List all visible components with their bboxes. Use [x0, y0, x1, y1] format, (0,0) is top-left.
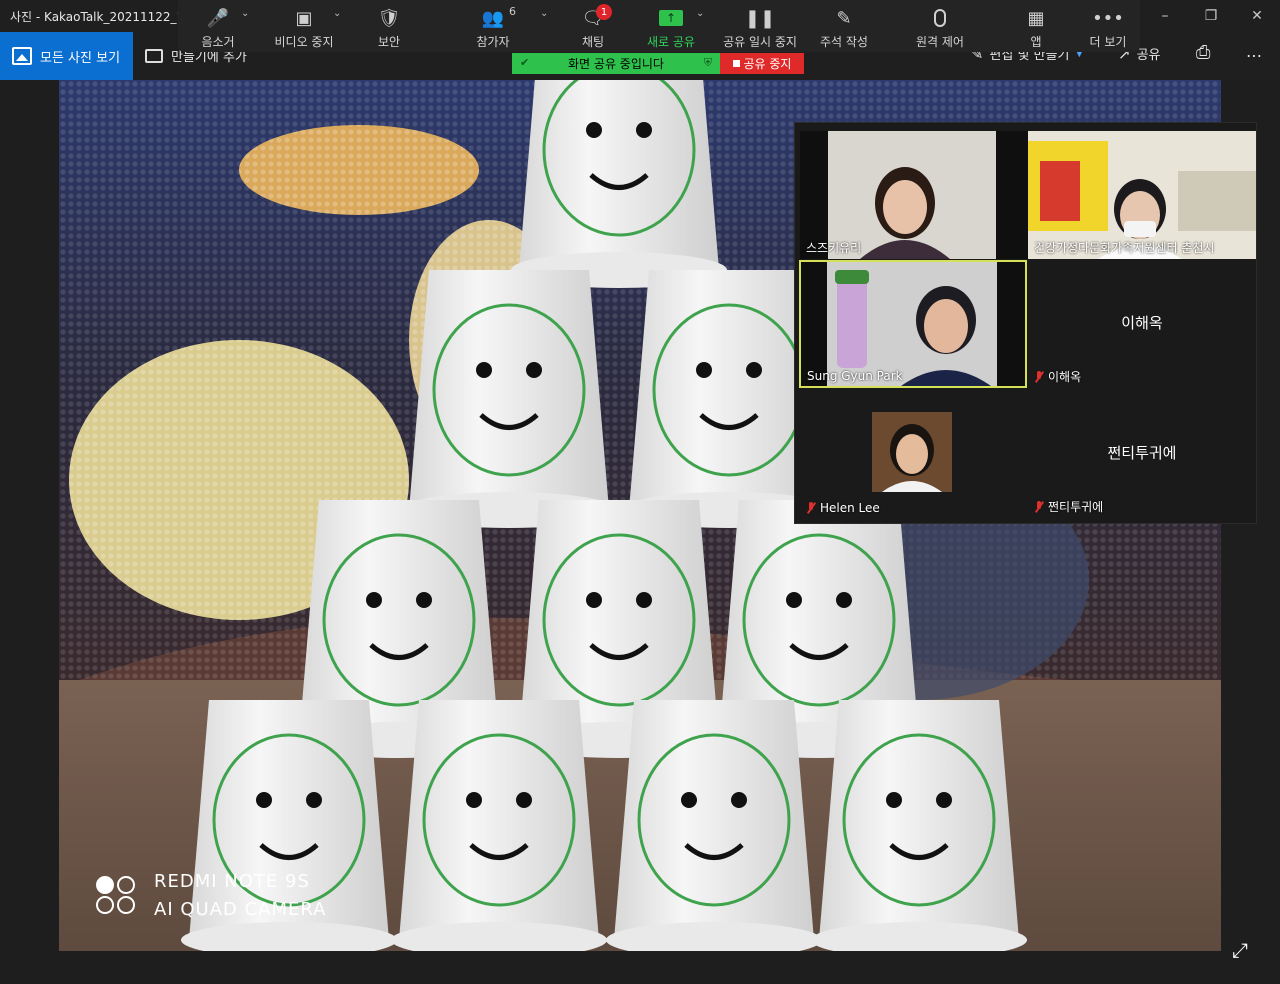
participants-count: 6 — [509, 5, 516, 18]
stop-share-label: 공유 중지 — [743, 57, 792, 71]
stop-share-button[interactable]: 공유 중지 — [720, 53, 804, 74]
apps-button[interactable]: ▦ 앱 — [1025, 6, 1047, 50]
mute-label: 음소거 — [201, 35, 235, 49]
participant-name: 이해옥 — [1048, 370, 1082, 384]
participant-name-row: 쩐티투귀에 — [1034, 498, 1103, 515]
new-share-button[interactable]: ↑ 새로 공유 — [644, 6, 698, 50]
new-share-label: 새로 공유 — [647, 35, 695, 49]
participants-icon: 👥 — [481, 7, 505, 29]
chat-label: 채팅 — [581, 35, 605, 49]
muted-mic-icon — [1034, 500, 1044, 513]
shield-icon: 🛡 — [377, 7, 401, 29]
mute-button[interactable]: 🎤 음소거 — [192, 6, 244, 50]
muted-mic-icon — [1034, 370, 1044, 383]
participant-name: 스즈키유리 — [806, 241, 862, 255]
video-camera-icon: ▣ — [295, 7, 313, 29]
all-photos-label: 모든 사진 보기 — [40, 50, 121, 66]
shield-check-icon: ⛨ — [703, 56, 712, 69]
pencil-icon: ✎ — [836, 7, 852, 29]
participant-video — [801, 262, 1025, 386]
stop-video-label: 비디오 중지 — [274, 35, 334, 49]
annotate-button[interactable]: ✎ 주석 작성 — [817, 6, 871, 50]
camera-watermark: REDMI NOTE 9S AI QUAD CAMERA — [96, 868, 326, 924]
paper-cup — [811, 700, 1027, 951]
remote-control-label: 원격 제어 — [916, 35, 964, 49]
pause-share-label: 공유 일시 중지 — [723, 35, 797, 49]
participant-tile-active-speaker[interactable]: Sung Gyun Park — [799, 260, 1027, 388]
share-label: 공유 — [1136, 48, 1161, 63]
photo-icon — [12, 47, 32, 65]
expand-icon[interactable]: ⤢ — [1232, 938, 1256, 962]
watermark-line2: AI QUAD CAMERA — [154, 899, 327, 920]
participant-center-name: 이해옥 — [1121, 314, 1163, 332]
sharing-status-label: 화면 공유 중입니다 — [568, 57, 664, 71]
screen-share-banner: ✔ 화면 공유 중입니다 ⛨ 공유 중지 — [512, 53, 804, 74]
stop-square-icon — [732, 60, 740, 67]
apps-label: 앱 — [1030, 35, 1042, 49]
participant-name: 쩐티투귀에 — [1048, 500, 1104, 514]
more-dots-icon: ••• — [1092, 7, 1124, 29]
security-label: 보안 — [377, 35, 401, 49]
muted-mic-icon — [806, 502, 816, 514]
mouse-icon — [934, 6, 946, 30]
photos-app-window: 사진 - KakaoTalk_20211122_11 – ❐ ✕ 모든 사진 보… — [0, 0, 1280, 984]
close-icon[interactable]: ✕ — [1234, 0, 1280, 32]
share-options-chevron-icon[interactable]: ⌄ — [696, 8, 704, 19]
paper-cup — [401, 270, 617, 528]
mute-options-chevron-icon[interactable]: ⌄ — [241, 8, 249, 19]
more-options-button[interactable]: … — [1246, 42, 1262, 61]
participant-name-row: 이해옥 — [1034, 368, 1081, 385]
remote-control-button[interactable]: 원격 제어 — [913, 6, 967, 50]
participant-name: Helen Lee — [820, 501, 880, 515]
all-photos-button[interactable]: 모든 사진 보기 — [0, 32, 133, 80]
participant-avatar-photo — [800, 390, 1028, 518]
participant-name-row: Helen Lee — [806, 501, 880, 515]
sharing-status: ✔ 화면 공유 중입니다 ⛨ — [512, 53, 720, 74]
participant-tile[interactable]: 건강가정다문화가족지원센터 춘천시 — [1028, 131, 1256, 259]
add-creation-icon — [145, 48, 163, 63]
watermark-line1: REDMI NOTE 9S — [154, 871, 310, 892]
security-button[interactable]: 🛡 보안 — [370, 6, 408, 50]
zoom-meeting-toolbar: 🎤 음소거 ⌄ ▣ 비디오 중지 ⌄ 🛡 보안 👥 참가자 6 ⌄ 🗨 채팅 1… — [178, 0, 1140, 52]
maximize-icon[interactable]: ❐ — [1188, 0, 1234, 32]
annotate-label: 주석 작성 — [820, 35, 868, 49]
pause-share-button[interactable]: ❚❚ 공유 일시 중지 — [719, 6, 801, 50]
more-label: 더 보기 — [1089, 35, 1127, 49]
printer-icon: ⎙ — [1196, 42, 1211, 63]
print-button[interactable]: ⎙ — [1196, 42, 1210, 63]
window-title: 사진 - KakaoTalk_20211122_11 — [10, 10, 180, 24]
paper-cup — [511, 80, 727, 288]
stop-video-button[interactable]: ▣ 비디오 중지 — [268, 6, 340, 50]
participant-name: 건강가정다문화가족지원센터 춘천시 — [1034, 241, 1215, 255]
participant-tile[interactable]: Helen Lee — [800, 390, 1028, 518]
chat-unread-badge: 1 — [596, 4, 612, 20]
paper-cup — [606, 700, 822, 951]
ellipsis-icon: … — [1246, 42, 1262, 61]
apps-icon: ▦ — [1027, 7, 1045, 29]
video-gallery-panel: 스즈키유리 건강가정다문화가족지원센터 춘천시 Sung Gyun Park 이… — [794, 122, 1257, 524]
participants-chevron-icon[interactable]: ⌄ — [540, 8, 548, 19]
minimize-icon[interactable]: – — [1142, 0, 1188, 32]
share-status-icon: ✔ — [520, 56, 530, 69]
share-screen-icon: ↑ — [659, 6, 683, 30]
participants-button[interactable]: 👥 참가자 — [472, 6, 514, 50]
participants-label: 참가자 — [476, 35, 510, 49]
video-options-chevron-icon[interactable]: ⌄ — [333, 8, 341, 19]
pause-icon: ❚❚ — [744, 7, 776, 29]
participant-center-name: 쩐티투귀에 — [1107, 444, 1177, 462]
more-button[interactable]: ••• 더 보기 — [1086, 6, 1130, 50]
microphone-icon: 🎤 — [206, 7, 230, 29]
camera-logo-icon — [96, 874, 140, 918]
participant-tile[interactable]: 쩐티투귀에 쩐티투귀에 — [1028, 390, 1256, 518]
participant-tile[interactable]: 스즈키유리 — [800, 131, 1028, 259]
paper-cup — [391, 700, 607, 951]
participant-tile[interactable]: 이해옥 이해옥 — [1028, 260, 1256, 388]
participant-name: Sung Gyun Park — [807, 369, 903, 383]
